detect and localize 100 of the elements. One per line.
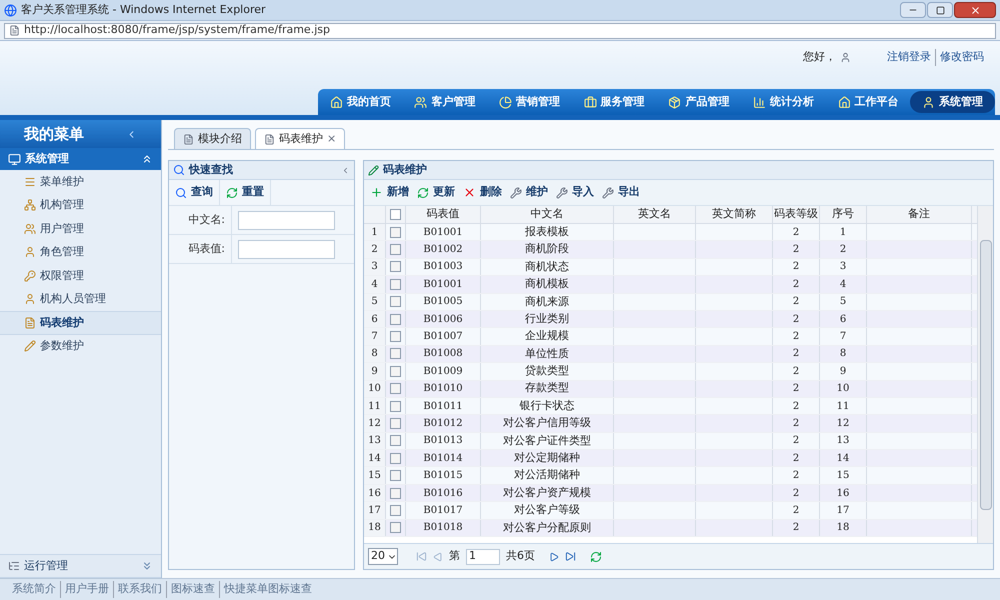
nav-tab[interactable]: 统计分析 [741,91,826,113]
row-number: 11 [364,398,386,414]
checkbox[interactable] [390,348,401,360]
nav-tab[interactable]: 产品管理 [656,91,742,113]
nav-tab[interactable]: 工作平台 [826,91,910,113]
first-page-icon[interactable] [416,551,427,562]
address-bar[interactable]: http://localhost:8080/frame/jsp/system/frame/frame.jsp [4,22,996,38]
column-header[interactable]: 序号 [820,206,867,223]
page-tab[interactable]: 码表维护 × [255,128,346,149]
refresh-icon [226,186,238,198]
collapse-icon[interactable] [341,166,350,174]
menu-group-header[interactable]: 系统管理 [0,148,161,170]
column-header[interactable]: 备注 [867,206,972,223]
column-header[interactable]: 码表值 [406,206,481,223]
footer-link[interactable]: 图标速查 [166,581,215,598]
input-field[interactable] [238,240,335,258]
input-field[interactable] [238,210,335,230]
menu-item[interactable]: 权限管理 [0,264,161,288]
row-number: 13 [364,432,386,450]
nav-icon [499,96,512,108]
refresh-icon[interactable] [590,550,602,562]
table-cell-text: 13 [836,434,850,448]
footer-link[interactable]: 系统简介 [12,581,56,598]
menu-icon [24,270,36,282]
nav-tab[interactable]: 系统管理 [910,91,995,113]
column-header[interactable]: 英文名 [614,206,696,223]
pencil-icon [368,164,379,176]
toolbar-button[interactable]: 导入 [556,184,594,201]
nav-tab[interactable]: 客户管理 [402,91,488,113]
footer-link[interactable]: 联系我们 [113,581,162,598]
nav-tab[interactable]: 营销管理 [487,91,572,113]
maximize-button[interactable] [927,2,953,18]
column-header[interactable]: 码表等级 [773,206,820,223]
footer-link[interactable]: 快捷菜单图标速查 [219,581,312,598]
checkbox[interactable] [390,452,401,464]
page-tab[interactable]: 模块介绍 [174,128,251,149]
table-cell-text: 商机阶段 [525,241,569,258]
scrollbar[interactable] [977,206,993,543]
nav-tab[interactable]: 服务管理 [572,91,656,113]
page-label: 第 [449,548,460,564]
menu-icon [24,222,36,235]
table-cell-text: 12 [836,416,850,431]
checkbox[interactable] [390,383,401,394]
checkbox[interactable] [390,209,401,220]
toolbar-button[interactable]: 更新 [417,184,455,201]
checkbox[interactable] [390,400,401,412]
menu-item[interactable]: 用户管理 [0,217,161,240]
header-link[interactable]: 修改密码 [935,49,984,66]
next-page-icon[interactable] [549,552,559,562]
column-header[interactable]: 英文简称 [696,206,773,223]
list-icon [8,560,20,572]
tab-icon [183,134,194,144]
close-glyph[interactable]: × [327,130,336,148]
checkbox[interactable] [390,522,401,534]
checkbox[interactable] [390,435,401,446]
checkbox[interactable] [390,244,401,256]
wrench-icon [602,186,614,198]
row-number: 17 [364,502,386,519]
table-cell-text: 对公定期储种 [514,450,580,466]
toolbar-button[interactable]: 删除 [463,184,502,201]
nav-tab[interactable]: 我的首页 [318,91,403,113]
checkbox[interactable] [390,366,401,377]
menu-item[interactable]: 菜单维护 [0,170,161,194]
row-number: 15 [364,467,386,484]
column-header[interactable]: 中文名 [481,206,614,223]
checkbox[interactable] [390,488,401,499]
checkbox[interactable] [390,261,401,272]
table-cell-text: B01011 [423,400,463,414]
header-link[interactable]: 注销登录 [887,49,931,66]
table-cell-text: 2 [792,504,800,518]
table-cell-text: 商机模板 [525,276,569,292]
toolbar-button[interactable]: 维护 [510,184,548,201]
checkbox[interactable] [390,504,401,516]
menu-item[interactable]: 码表维护 [0,311,161,334]
menu-item[interactable]: 角色管理 [0,240,161,264]
checkbox[interactable] [390,470,401,482]
toolbar-button[interactable]: 新增 [370,184,409,201]
checkbox[interactable] [390,278,401,290]
menu-item[interactable]: 参数维护 [0,334,161,358]
menu-item[interactable]: 机构管理 [0,194,161,217]
checkbox[interactable] [390,418,401,429]
page-input[interactable]: 1 [466,548,500,564]
menu-item[interactable]: 机构人员管理 [0,288,161,311]
search-panel-button[interactable]: 查询 [169,180,220,205]
table-cell-text: 11 [836,400,850,414]
footer-link[interactable]: 用户手册 [60,581,109,598]
checkbox[interactable] [390,226,401,238]
previous-page-icon[interactable] [433,552,443,562]
table-cell-text: 银行卡状态 [520,398,574,414]
menu-group-header[interactable]: 运行管理 [0,554,161,578]
close-button[interactable] [954,2,996,18]
search-panel-button[interactable]: 重置 [220,180,271,205]
row-number: 14 [364,450,386,466]
table-cell-text: B01017 [423,504,463,518]
checkbox[interactable] [390,331,401,342]
toolbar-button[interactable]: 导出 [602,184,640,201]
checkbox[interactable] [390,296,401,308]
page-size-select[interactable]: 20 [368,548,398,565]
checkbox[interactable] [390,314,401,325]
last-page-icon[interactable] [565,551,576,562]
